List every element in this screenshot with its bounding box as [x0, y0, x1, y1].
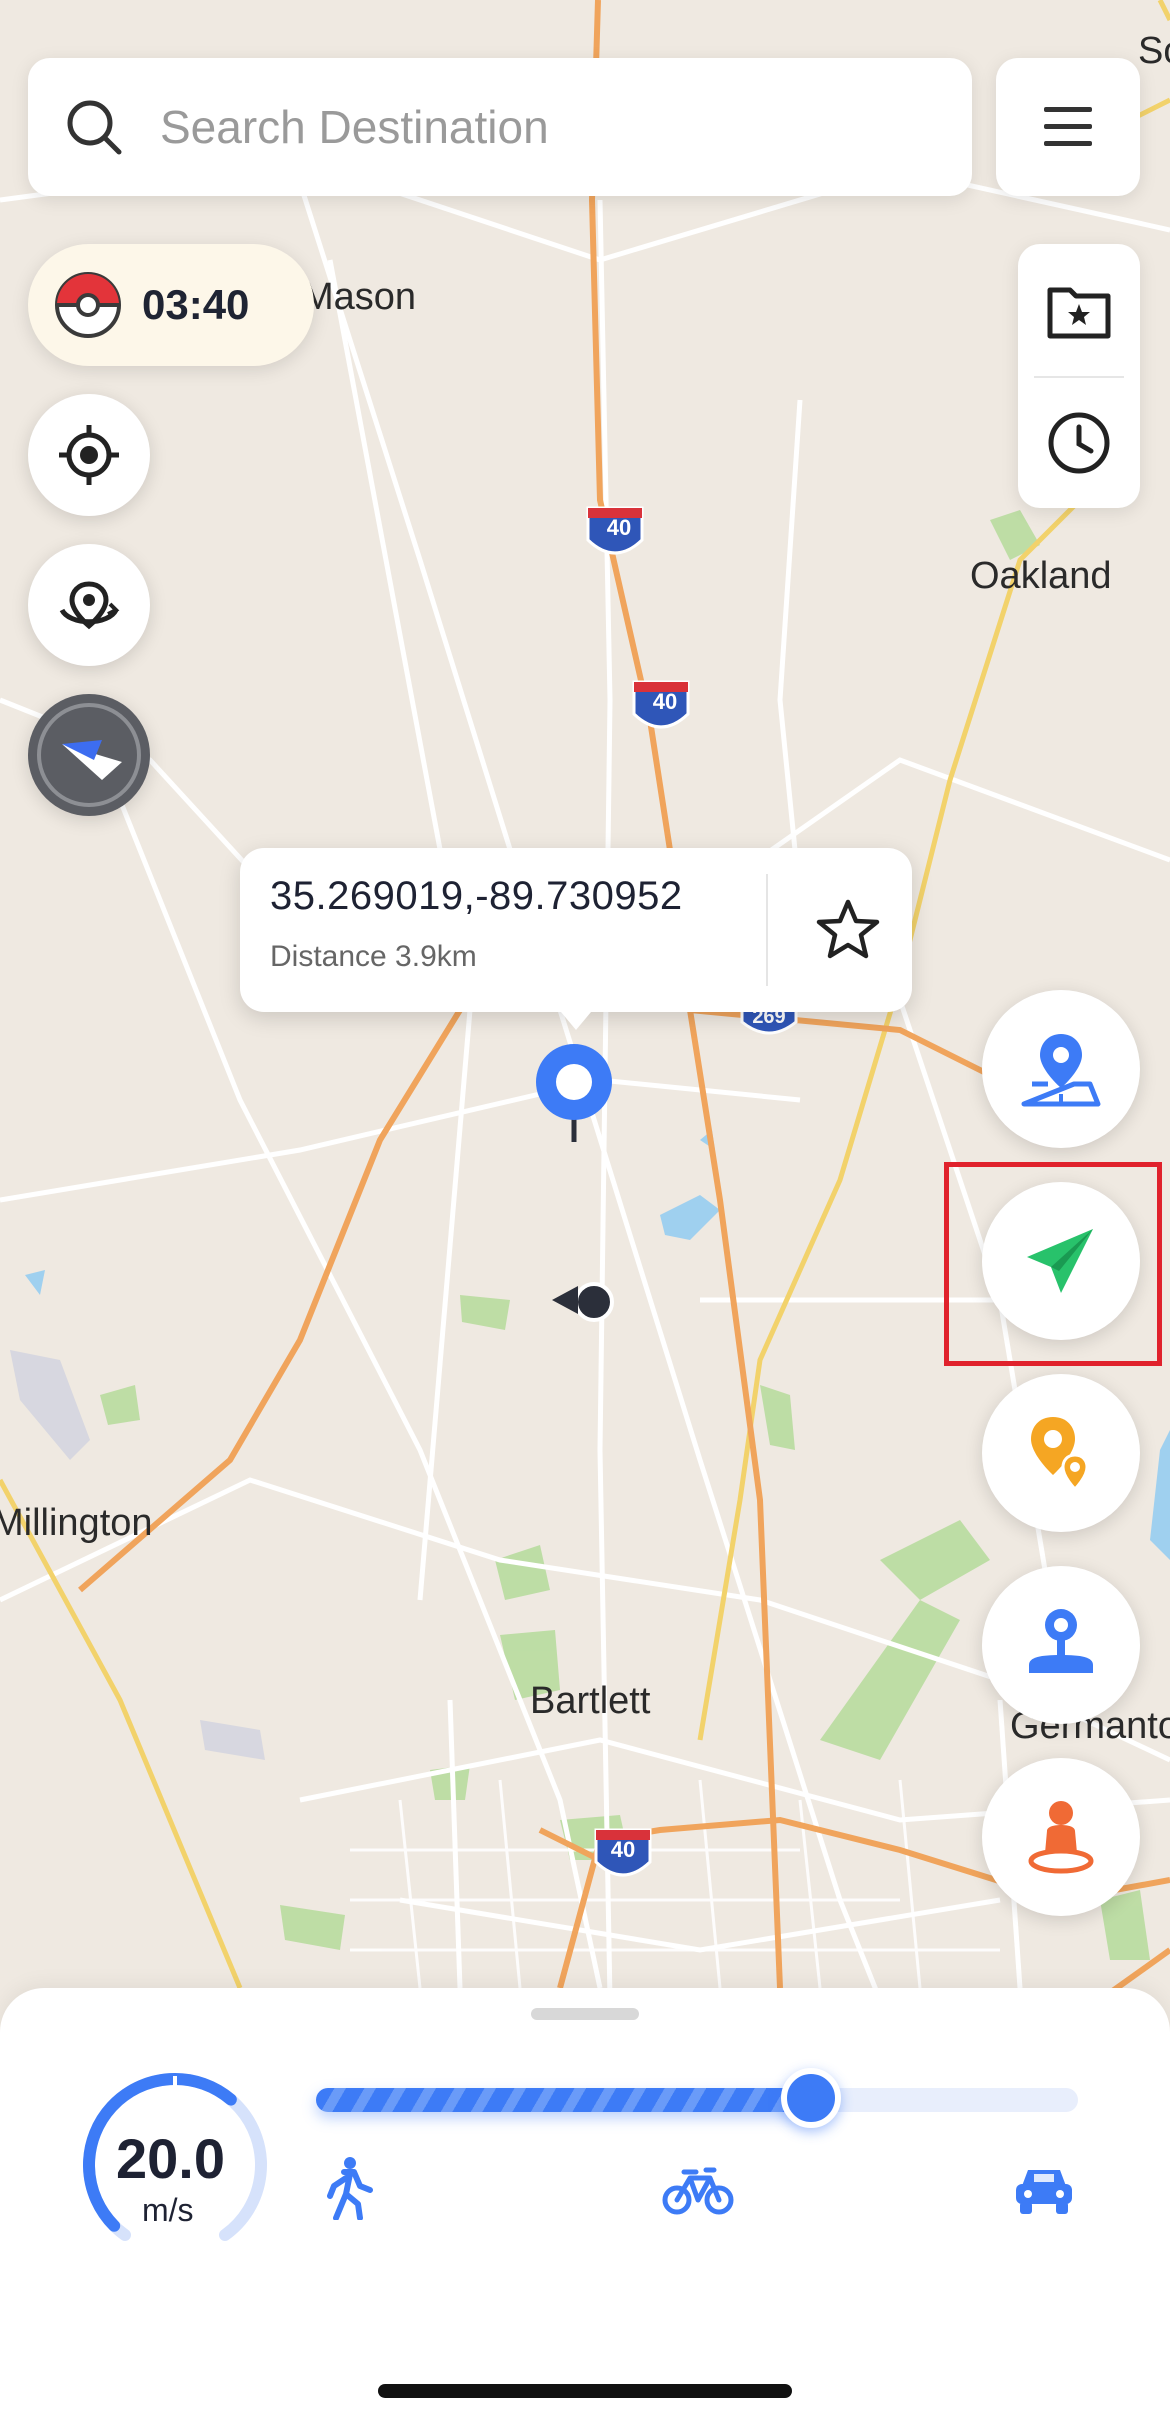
- bike-icon[interactable]: [662, 2162, 734, 2218]
- popup-divider: [766, 874, 768, 986]
- joystick-mode-button[interactable]: [982, 1566, 1140, 1724]
- avatar-mode-button[interactable]: [982, 1758, 1140, 1916]
- locate-icon: [57, 423, 121, 487]
- speed-slider-track[interactable]: [316, 2068, 1078, 2128]
- speed-slider-fill: [316, 2088, 812, 2112]
- menu-button[interactable]: [996, 58, 1140, 196]
- popup-distance: Distance 3.9km: [270, 940, 477, 973]
- highlight-box: [944, 1162, 1162, 1366]
- speed-value: 20.0: [116, 2127, 225, 2190]
- map-pin-icon: [1018, 1026, 1104, 1112]
- star-icon: [815, 897, 881, 963]
- car-icon[interactable]: [1012, 2164, 1076, 2216]
- map-label-millington: Millington: [0, 1502, 153, 1544]
- map-label-mason: Mason: [302, 276, 417, 318]
- locate-button[interactable]: [28, 394, 150, 516]
- favorite-star-button[interactable]: [806, 888, 890, 972]
- home-indicator: [378, 2384, 792, 2398]
- interstate-shield-label: 40: [610, 1837, 636, 1862]
- search-input[interactable]: [158, 99, 942, 155]
- history-button[interactable]: [1018, 378, 1140, 508]
- timer-value: 03:40: [142, 281, 250, 328]
- cooldown-timer[interactable]: 03:40: [28, 244, 314, 366]
- search-bar[interactable]: [28, 58, 972, 196]
- map-label-so: So: [1138, 30, 1170, 72]
- history-icon: [1047, 411, 1111, 475]
- compass-button[interactable]: [28, 694, 150, 816]
- pokeball-icon: [54, 271, 122, 339]
- rotate-location-button[interactable]: [28, 544, 150, 666]
- walk-icon[interactable]: [320, 2156, 376, 2220]
- teleport-mode-button[interactable]: [982, 990, 1140, 1148]
- side-panel: [1018, 244, 1140, 508]
- speed-slider-thumb[interactable]: [781, 2068, 842, 2128]
- speed-panel: 20.0 m/s: [0, 1988, 1170, 2421]
- folder-star-icon: [1046, 280, 1112, 340]
- interstate-shield-label: 40: [652, 689, 678, 714]
- avatar-icon: [1019, 1795, 1103, 1879]
- popup-tail: [556, 1006, 596, 1030]
- map-label-oakland: Oakland: [970, 555, 1112, 597]
- map-label-bartlett: Bartlett: [530, 1680, 651, 1722]
- sheet-grabber[interactable]: [531, 2008, 639, 2020]
- search-icon: [64, 97, 124, 157]
- location-popup[interactable]: 35.269019,-89.730952 Distance 3.9km: [240, 848, 912, 1012]
- compass-icon: [34, 700, 144, 810]
- interstate-shield-label: 40: [606, 515, 632, 540]
- popup-coordinates: 35.269019,-89.730952: [270, 874, 683, 918]
- rotate-location-icon: [54, 570, 124, 640]
- speed-unit: m/s: [142, 2192, 194, 2228]
- menu-icon: [1042, 104, 1094, 150]
- favorites-button[interactable]: [1018, 244, 1140, 376]
- multi-stop-icon: [1019, 1411, 1103, 1495]
- multi-spot-mode-button[interactable]: [982, 1374, 1140, 1532]
- joystick-icon: [1019, 1603, 1103, 1687]
